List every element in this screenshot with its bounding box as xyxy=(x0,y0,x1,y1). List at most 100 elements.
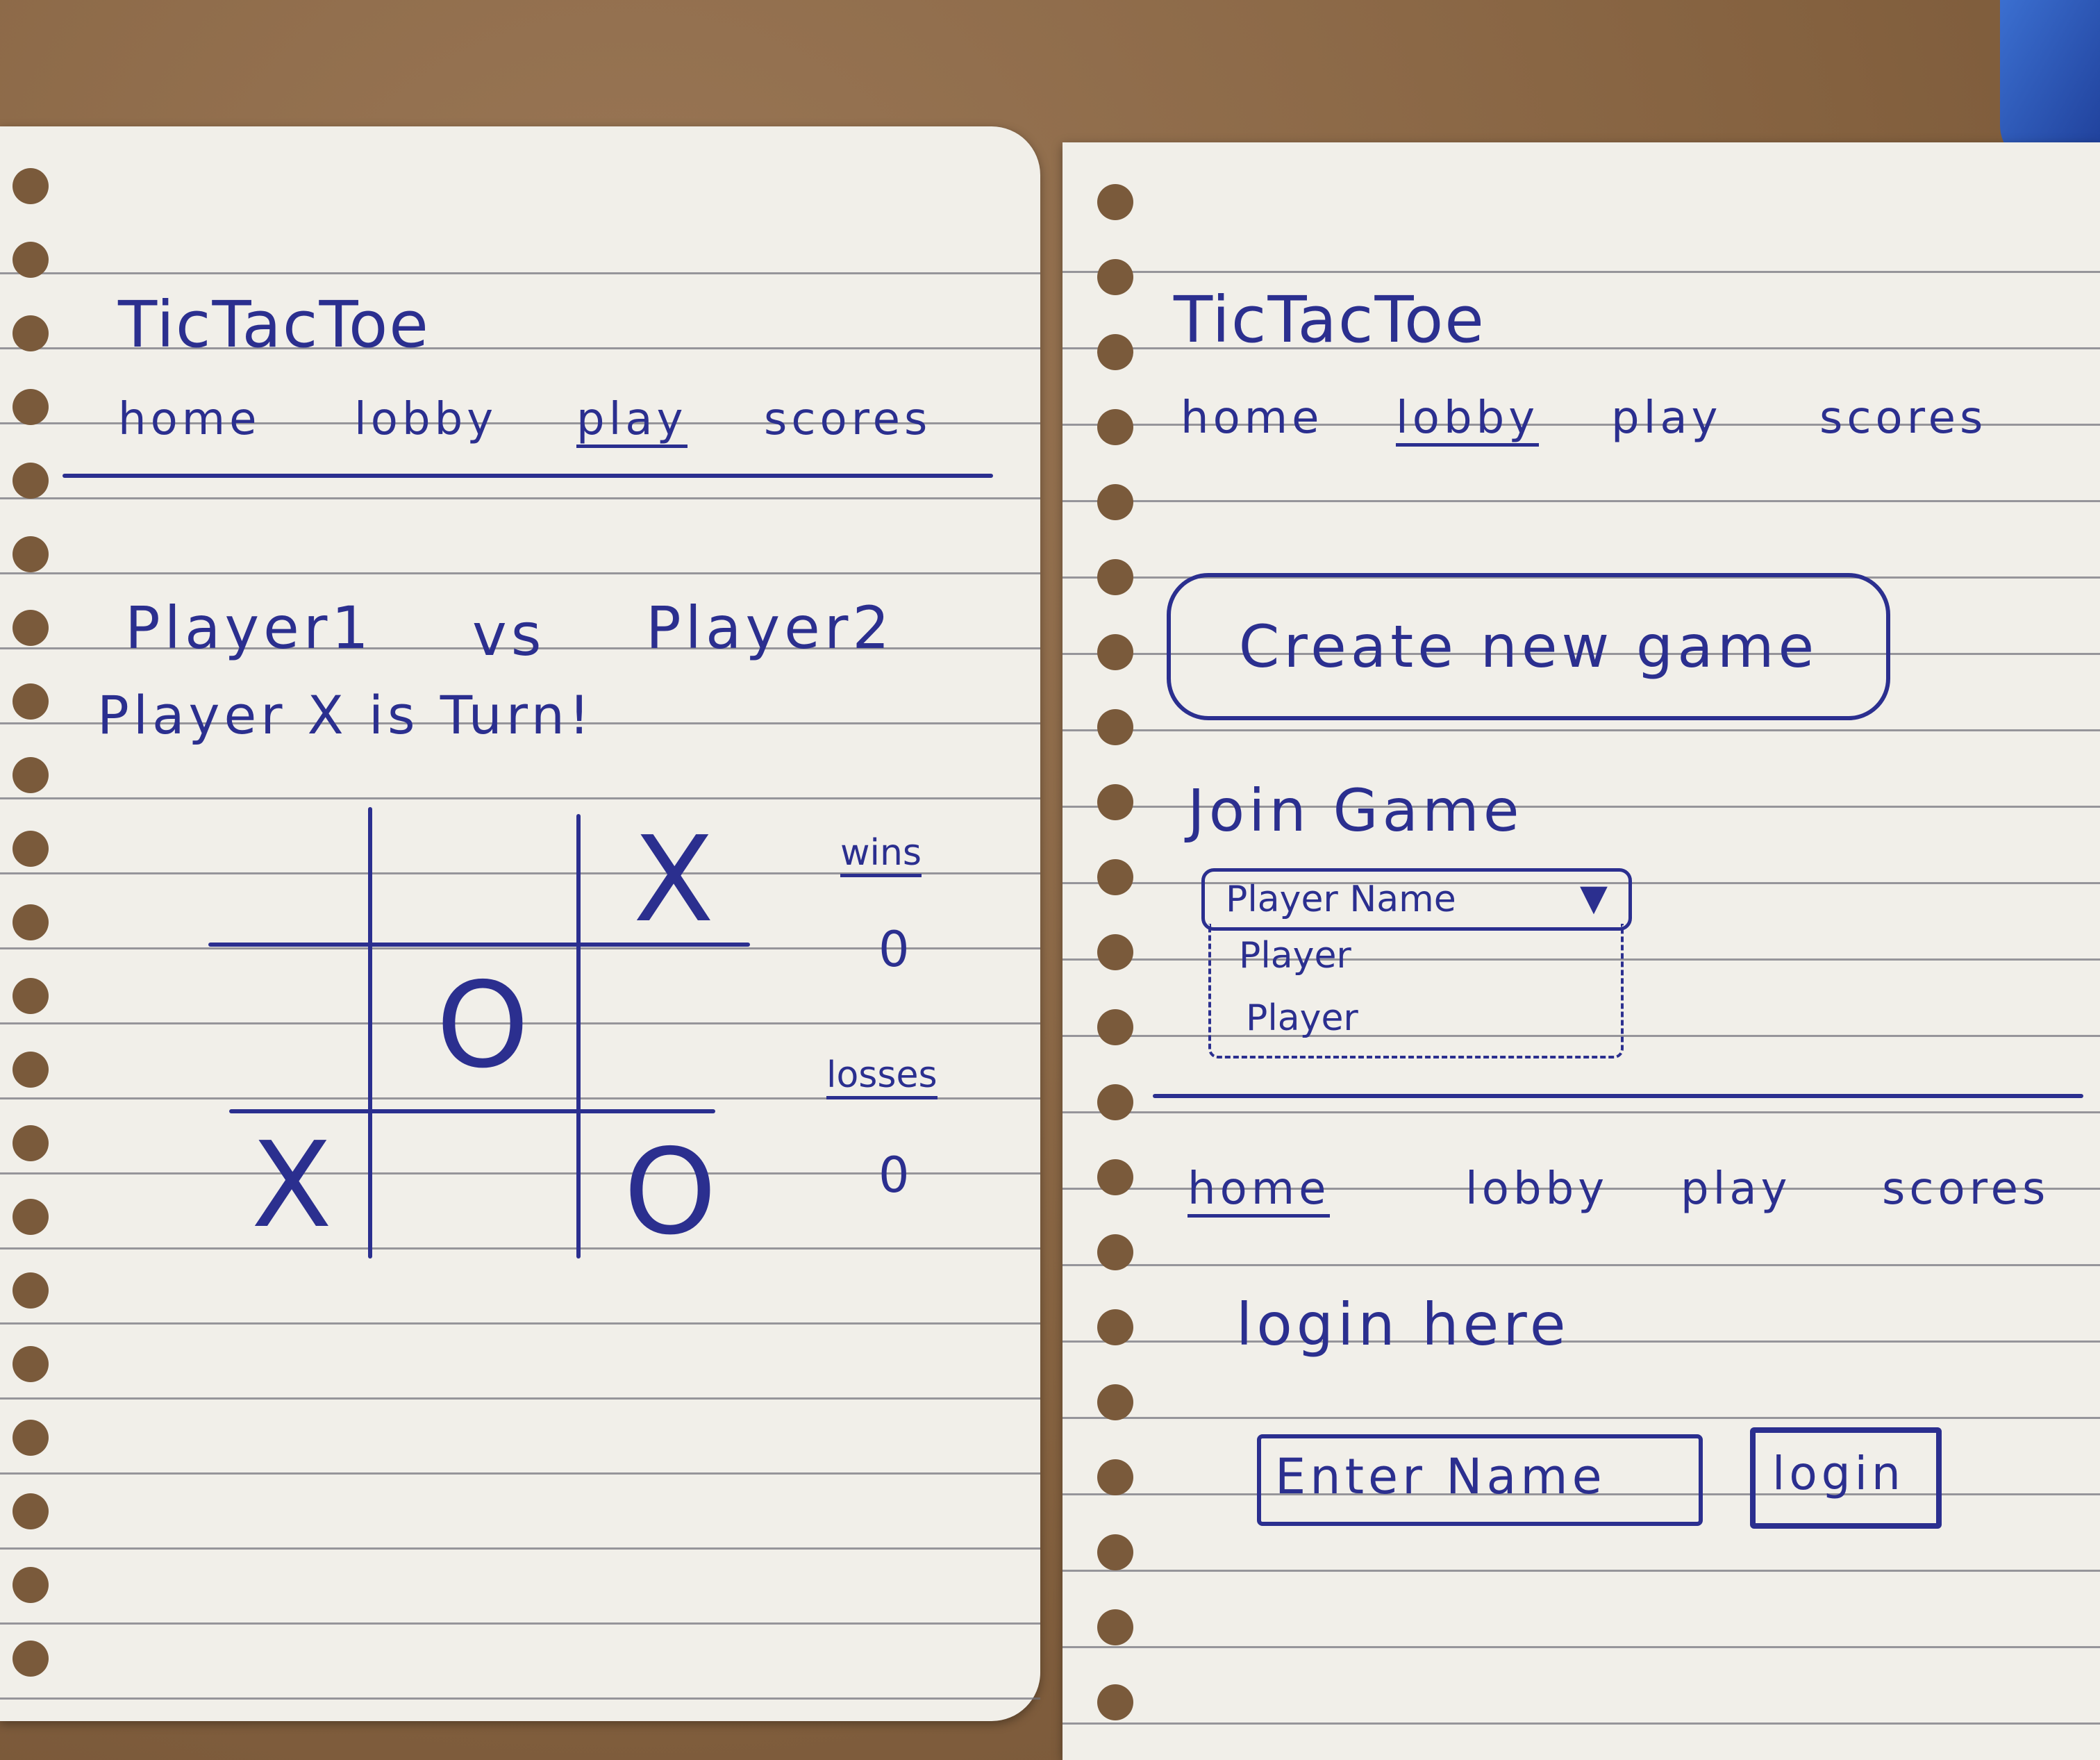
vs-label: vs xyxy=(472,601,546,669)
nav-home[interactable]: home xyxy=(118,397,260,442)
login-button[interactable]: login xyxy=(1750,1427,1942,1529)
nav-scores[interactable]: scores xyxy=(1819,396,1987,440)
nav-play[interactable]: play xyxy=(1681,1167,1792,1211)
paper-rule-line xyxy=(1062,1340,2100,1343)
board-line-v1 xyxy=(368,807,372,1259)
login-button-label: login xyxy=(1772,1447,1905,1500)
chevron-down-icon: ▼ xyxy=(1580,877,1608,919)
board-cell-9[interactable]: O xyxy=(590,1134,750,1259)
binder-hole xyxy=(1097,934,1133,970)
paper-rule-line xyxy=(1062,271,2100,273)
paper-rule-line xyxy=(1062,500,2100,502)
board-cell-8[interactable] xyxy=(378,1127,573,1252)
binder-hole xyxy=(12,242,49,278)
board-cell-2[interactable] xyxy=(378,814,573,939)
nav-lobby[interactable]: lobby xyxy=(1396,396,1540,447)
paper-rule-line xyxy=(0,1322,1040,1325)
paper-rule-line xyxy=(0,1697,1040,1700)
player2-name: Player2 xyxy=(646,594,894,662)
losses-value: 0 xyxy=(878,1147,914,1204)
paper-rule-line xyxy=(0,1622,1040,1625)
paper-rule-line xyxy=(0,1397,1040,1400)
board-line-v2 xyxy=(576,814,581,1259)
player-select-value: Player Name xyxy=(1226,879,1456,920)
wins-value: 0 xyxy=(878,921,914,978)
play-screen-sketch: TicTacToe home lobby play scores Player1… xyxy=(0,126,1040,1721)
losses-label: losses xyxy=(826,1057,938,1099)
section-divider xyxy=(1153,1094,2083,1098)
binder-hole xyxy=(12,978,49,1014)
binder-hole xyxy=(12,831,49,867)
binder-hole xyxy=(1097,709,1133,745)
player-option-2[interactable]: Player xyxy=(1246,1000,1358,1036)
paper-rule-line xyxy=(1062,1646,2100,1648)
paper-rule-line xyxy=(0,497,1040,499)
binder-hole xyxy=(1097,634,1133,670)
nav-home[interactable]: home xyxy=(1181,396,1323,440)
binder-hole xyxy=(12,1272,49,1309)
player1-name: Player1 xyxy=(125,594,373,662)
binder-hole xyxy=(1097,1159,1133,1195)
binder-hole xyxy=(1097,1384,1133,1420)
binder-hole xyxy=(1097,559,1133,595)
binder-hole xyxy=(1097,1609,1133,1645)
binder-hole xyxy=(12,168,49,204)
board-cell-7[interactable]: X xyxy=(222,1127,361,1252)
binder-hole xyxy=(1097,1234,1133,1270)
binder-hole xyxy=(1097,1009,1133,1045)
binder-hole xyxy=(1097,484,1133,520)
board-cell-6[interactable] xyxy=(590,960,750,1099)
binder-hole xyxy=(12,1125,49,1161)
binder-hole xyxy=(12,1199,49,1235)
binder-hole xyxy=(12,1641,49,1677)
nav-lobby[interactable]: lobby xyxy=(1465,1167,1608,1211)
board-cell-1[interactable] xyxy=(208,814,361,939)
board-cell-3[interactable]: X xyxy=(590,821,757,939)
binder-hole xyxy=(1097,1084,1133,1120)
paper-rule-line xyxy=(1062,1570,2100,1572)
paper-rule-line xyxy=(0,1472,1040,1475)
app-title: TicTacToe xyxy=(1174,283,1485,357)
binder-hole xyxy=(1097,1684,1133,1720)
paper-rule-line xyxy=(1062,729,2100,731)
binder-hole xyxy=(12,315,49,351)
paper-rule-line xyxy=(0,1547,1040,1550)
nav-play[interactable]: play xyxy=(1611,396,1722,440)
player-select-dropdown: Player Player xyxy=(1208,924,1624,1059)
binder-hole xyxy=(12,610,49,646)
lobby-home-sketch: TicTacToe home lobby play scores Create … xyxy=(1062,142,2100,1760)
binder-hole xyxy=(12,1346,49,1382)
binder-hole xyxy=(12,1052,49,1088)
board-line-h2 xyxy=(229,1109,715,1113)
turn-indicator: Player X is Turn! xyxy=(97,684,594,746)
paper-rule-line xyxy=(0,572,1040,574)
binder-hole xyxy=(12,757,49,793)
binder-hole xyxy=(1097,1459,1133,1495)
paper-rule-line xyxy=(0,272,1040,274)
name-input[interactable]: Enter Name xyxy=(1257,1434,1703,1526)
nav-divider xyxy=(62,474,993,478)
binder-hole xyxy=(12,536,49,572)
nav-lobby[interactable]: lobby xyxy=(354,397,497,442)
binder-hole xyxy=(1097,1534,1133,1570)
nav-scores[interactable]: scores xyxy=(1882,1167,2049,1211)
player-select[interactable]: Player Name ▼ xyxy=(1201,868,1632,931)
nav-scores[interactable]: scores xyxy=(764,397,931,442)
create-game-button[interactable]: Create new game xyxy=(1167,573,1890,720)
paper-rule-line xyxy=(1062,1722,2100,1725)
binder-hole xyxy=(12,463,49,499)
binder-hole xyxy=(12,389,49,425)
board-cell-5[interactable]: O xyxy=(410,967,556,1099)
binder-hole xyxy=(1097,259,1133,295)
binder-hole xyxy=(12,683,49,720)
binder-hole xyxy=(1097,334,1133,370)
name-input-placeholder: Enter Name xyxy=(1275,1448,1606,1505)
player-option-1[interactable]: Player xyxy=(1239,938,1351,974)
nav-home[interactable]: home xyxy=(1188,1167,1331,1218)
nav-play[interactable]: play xyxy=(576,397,688,448)
binder-hole xyxy=(1097,784,1133,820)
board-cell-4[interactable] xyxy=(208,960,361,1099)
paper-rule-line xyxy=(1062,1417,2100,1419)
wins-label: wins xyxy=(840,835,922,877)
paper-rule-line xyxy=(1062,1264,2100,1266)
